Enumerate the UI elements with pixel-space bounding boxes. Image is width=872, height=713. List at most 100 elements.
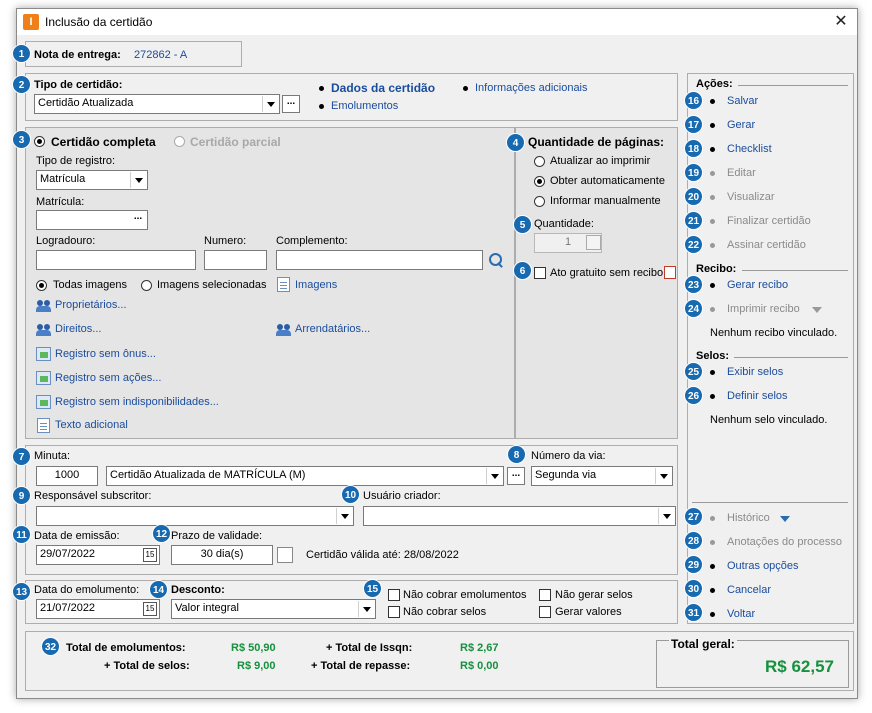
arrendatarios-link[interactable]: Arrendatários...: [295, 323, 370, 335]
close-button[interactable]: ✕: [829, 12, 853, 32]
radio-obter[interactable]: [534, 176, 545, 187]
acoes-title: Ações:: [696, 78, 733, 90]
voltar-link[interactable]: Voltar: [727, 608, 755, 620]
chevron-down-icon[interactable]: [486, 468, 502, 484]
step-badge: 29: [684, 555, 703, 574]
anotacoes-link[interactable]: Anotações do processo: [727, 536, 842, 548]
total-selos-label: + Total de selos:: [104, 660, 190, 672]
step-badge: 2: [12, 75, 31, 94]
checkbox-nao-cobrar-selos[interactable]: [388, 606, 400, 618]
historico-link[interactable]: Histórico: [727, 512, 770, 524]
visualizar-link[interactable]: Visualizar: [727, 191, 775, 203]
exibir-selos-link[interactable]: Exibir selos: [727, 366, 783, 378]
via-select[interactable]: Segunda via: [531, 466, 673, 486]
checkbox-ato-gratuito[interactable]: [534, 267, 546, 279]
radio-todas-imagens[interactable]: [36, 280, 47, 291]
nav-emolumentos[interactable]: Emolumentos: [331, 100, 398, 112]
texto-adicional-link[interactable]: Texto adicional: [55, 419, 128, 431]
proprietarios-link[interactable]: Proprietários...: [55, 299, 127, 311]
search-icon[interactable]: [489, 253, 503, 267]
step-badge: 30: [684, 579, 703, 598]
responsavel-select[interactable]: [36, 506, 354, 526]
emissao-date-input[interactable]: 29/07/2022: [36, 545, 160, 565]
cancelar-link[interactable]: Cancelar: [727, 584, 771, 596]
minuta-more-button[interactable]: ...: [507, 467, 525, 485]
radio-imagens-selecionadas[interactable]: [141, 280, 152, 291]
matricula-more-button[interactable]: ...: [129, 211, 147, 229]
imagens-link[interactable]: Imagens: [295, 279, 337, 291]
imprimir-recibo-link[interactable]: Imprimir recibo: [727, 303, 800, 315]
step-badge: 14: [149, 580, 168, 599]
salvar-link[interactable]: Salvar: [727, 95, 758, 107]
step-badge: 6: [513, 261, 532, 280]
nav-dados-certidao[interactable]: Dados da certidão: [331, 81, 435, 95]
outras-opcoes-link[interactable]: Outras opções: [727, 560, 799, 572]
people-icon: [36, 300, 52, 313]
registro-indisp-link[interactable]: Registro sem indisponibilidades...: [55, 396, 219, 408]
step-badge: 4: [506, 133, 525, 152]
prazo-input[interactable]: 30 dia(s): [171, 545, 273, 565]
minuta-select[interactable]: Certidão Atualizada de MATRÍCULA (M): [106, 466, 504, 486]
gerar-recibo-link[interactable]: Gerar recibo: [727, 279, 788, 291]
step-badge: 28: [684, 531, 703, 550]
calendar-icon[interactable]: 15: [143, 548, 157, 562]
chevron-down-icon[interactable]: [655, 468, 671, 484]
stepper-icon[interactable]: [277, 547, 293, 563]
chevron-down-icon[interactable]: [780, 516, 790, 522]
chevron-down-icon[interactable]: [812, 307, 822, 313]
image-icon: [277, 277, 290, 292]
emolumento-date-input[interactable]: 21/07/2022: [36, 599, 160, 619]
complemento-input[interactable]: [276, 250, 483, 270]
minuta-code-input[interactable]: 1000: [36, 466, 98, 486]
paginas-panel: Quantidade de páginas: Atualizar ao impr…: [515, 127, 678, 439]
tipo-more-button[interactable]: ...: [282, 95, 300, 113]
radio-informar[interactable]: [534, 196, 545, 207]
numero-input[interactable]: [204, 250, 267, 270]
chevron-down-icon[interactable]: [358, 601, 374, 617]
step-badge: 21: [684, 211, 703, 230]
registro-onus-link[interactable]: Registro sem ônus...: [55, 348, 156, 360]
logradouro-input[interactable]: [36, 250, 196, 270]
tipo-certidao-select[interactable]: Certidão Atualizada: [34, 94, 280, 114]
people-icon: [36, 324, 52, 337]
step-badge: 8: [507, 445, 526, 464]
checklist-icon[interactable]: [664, 266, 676, 279]
radio-atualizar[interactable]: [534, 156, 545, 167]
nav-informacoes-adicionais[interactable]: Informações adicionais: [475, 82, 588, 94]
checkbox-nao-gerar-selos[interactable]: [539, 589, 551, 601]
direitos-link[interactable]: Direitos...: [55, 323, 101, 335]
nota-value[interactable]: 272862 - A: [134, 49, 187, 61]
usuario-select[interactable]: [363, 506, 676, 526]
window-title: Inclusão da certidão: [45, 15, 153, 29]
chevron-down-icon[interactable]: [130, 172, 146, 188]
gerar-link[interactable]: Gerar: [727, 119, 755, 131]
calendar-icon[interactable]: 15: [143, 602, 157, 616]
prazo-label: Prazo de validade:: [171, 530, 263, 542]
chevron-down-icon[interactable]: [658, 508, 674, 524]
chevron-down-icon[interactable]: [336, 508, 352, 524]
assinar-link[interactable]: Assinar certidão: [727, 239, 806, 251]
checklist-link[interactable]: Checklist: [727, 143, 772, 155]
editar-link[interactable]: Editar: [727, 167, 756, 179]
definir-selos-link[interactable]: Definir selos: [727, 390, 788, 402]
radio-certidao-parcial[interactable]: [174, 136, 185, 147]
step-badge: 22: [684, 235, 703, 254]
paginas-title: Quantidade de páginas:: [528, 135, 665, 149]
radio-certidao-completa[interactable]: [34, 136, 45, 147]
recibo-status: Nenhum recibo vinculado.: [710, 327, 838, 339]
stepper-icon[interactable]: [586, 235, 601, 250]
registro-acoes-link[interactable]: Registro sem ações...: [55, 372, 161, 384]
checkbox-gerar-valores[interactable]: [539, 606, 551, 618]
chevron-down-icon[interactable]: [262, 96, 278, 112]
emissao-label: Data de emissão:: [34, 530, 120, 542]
step-badge: 11: [12, 525, 31, 544]
step-badge: 17: [684, 115, 703, 134]
desconto-select[interactable]: Valor integral: [171, 599, 376, 619]
label-nao-cobrar-emol: Não cobrar emolumentos: [403, 589, 527, 601]
title-bar: I Inclusão da certidão ✕: [17, 9, 857, 35]
step-badge: 20: [684, 187, 703, 206]
finalizar-link[interactable]: Finalizar certidão: [727, 215, 811, 227]
tipo-registro-select[interactable]: Matrícula: [36, 170, 148, 190]
checkbox-nao-cobrar-emol[interactable]: [388, 589, 400, 601]
responsavel-label: Responsável subscritor:: [34, 490, 152, 502]
